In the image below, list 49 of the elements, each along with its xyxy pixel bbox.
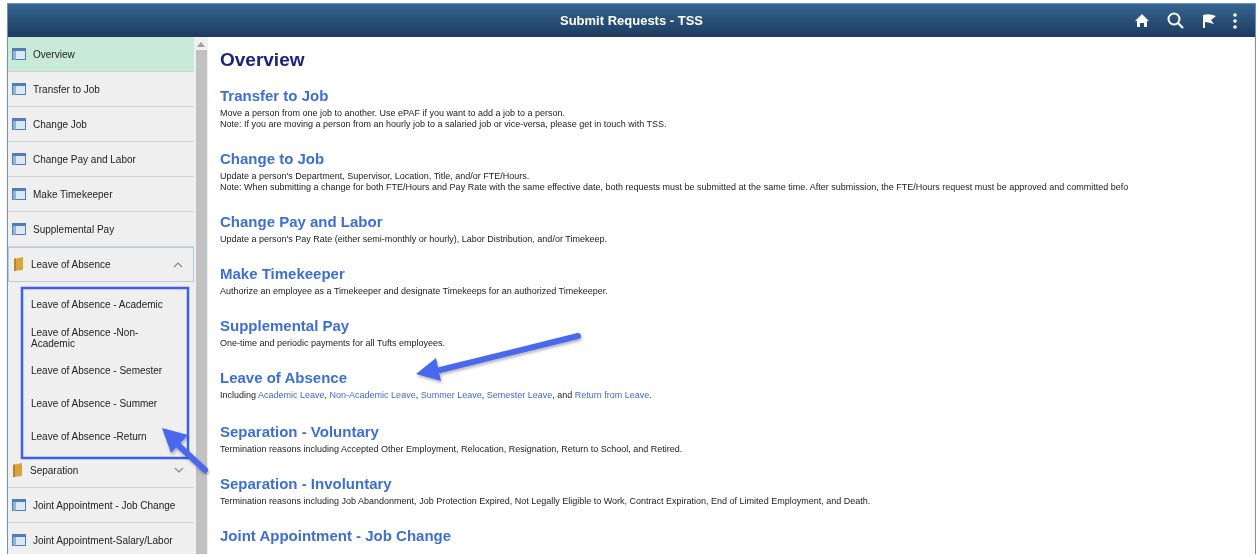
page-icon xyxy=(12,499,26,511)
description-text: Termination reasons including Job Abandonment, Job Protection Expired, Not Legally Eligible to Work, Contract Expiration, End of Limited Employment, and Death. xyxy=(220,496,872,507)
flag-icon[interactable] xyxy=(1201,13,1216,28)
more-icon[interactable] xyxy=(1233,12,1237,29)
section-heading[interactable]: Separation - Voluntary xyxy=(220,423,379,440)
description-text: Update a person's Pay Rate (either semi-monthly or hourly), Labor Distribution, and/or Timekeep. xyxy=(220,234,608,245)
submenu-item[interactable]: Leave of Absence -Return xyxy=(8,420,194,453)
page-icon xyxy=(12,534,26,546)
folder-icon xyxy=(13,257,24,272)
submenu-item[interactable]: Leave of Absence -Non-Academic xyxy=(8,321,194,354)
description-text: Termination reasons including Accepted Other Employment, Relocation, Resignation, Return to School, and Retired. xyxy=(220,444,684,455)
page-icon xyxy=(12,48,26,60)
scrollbar-thumb[interactable] xyxy=(195,50,207,554)
page-title: Overview xyxy=(220,49,305,71)
description-text: Move a person from one job to another. Use ePAF if you want to add a job to a person. xyxy=(220,108,567,119)
page-icon xyxy=(12,223,26,235)
link[interactable]: Academic Leave xyxy=(258,390,325,400)
description-text: Note: If you are moving a person from an hourly job to a salaried job or vice-versa, please get in touch with TSS. xyxy=(220,119,668,130)
chevron-up-icon[interactable] xyxy=(173,261,183,268)
chevron-down-icon[interactable] xyxy=(174,467,184,473)
sidebar-item[interactable]: Leave of Absence xyxy=(8,247,194,282)
search-icon[interactable] xyxy=(1167,12,1184,29)
section-heading[interactable]: Separation - Involuntary xyxy=(220,475,392,492)
submenu-item[interactable]: Leave of Absence - Semester xyxy=(8,354,194,387)
page-icon xyxy=(12,188,26,200)
description-text: Note: When submitting a change for both FTE/Hours and Pay Rate with the same effective date, both requests must be submitted at the same time. After submission, the FTE/Hours request must be approved and committed befo xyxy=(220,182,1130,193)
sidebar-item[interactable]: Overview xyxy=(8,37,194,72)
description-text: One-time and periodic payments for all Tufts employees. xyxy=(220,338,447,349)
description-text: Including Academic Leave, Non-Academic Leave, Summer Leave, Semester Leave, and Return from Leave. xyxy=(220,390,653,401)
section-heading[interactable]: Make Timekeeper xyxy=(220,265,345,282)
section-heading[interactable]: Leave of Absence xyxy=(220,369,347,386)
description-text: Authorize an employee as a Timekeeper and designate Timekeeps for an authorized Timekeeper. xyxy=(220,286,609,297)
arrow-annotation xyxy=(162,428,208,473)
section-heading[interactable]: Change to Job xyxy=(220,150,325,167)
page-icon xyxy=(12,83,26,95)
folder-icon xyxy=(12,462,23,478)
page-icon xyxy=(12,153,26,165)
section-heading[interactable]: Change Pay and Labor xyxy=(220,213,383,230)
window-title: Submit Requests - TSS xyxy=(560,13,703,28)
description-text: Update a person's Department, Supervisor, Location, Title, and/or FTE/Hours. xyxy=(220,171,531,182)
section-heading[interactable]: Joint Appointment - Job Change xyxy=(220,527,452,544)
link[interactable]: Non-Academic Leave xyxy=(329,390,416,400)
page-icon xyxy=(12,118,26,130)
home-icon[interactable] xyxy=(1134,13,1150,28)
submenu-item[interactable]: Leave of Absence - Academic xyxy=(8,288,194,321)
submenu-item[interactable]: Leave of Absence - Summer xyxy=(8,387,194,420)
section-heading[interactable]: Transfer to Job xyxy=(220,87,329,104)
link[interactable]: Summer Leave xyxy=(420,390,482,400)
section-heading[interactable]: Supplemental Pay xyxy=(220,317,350,334)
